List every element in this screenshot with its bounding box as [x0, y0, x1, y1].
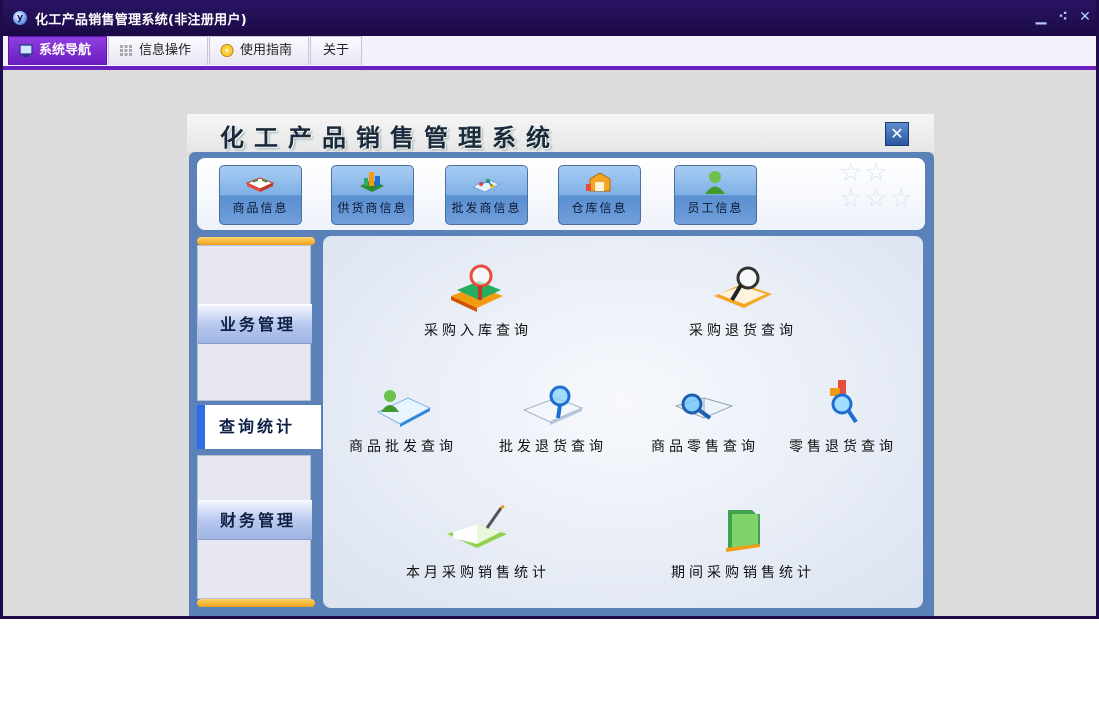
query-label: 期间采购销售统计 [671, 565, 815, 581]
sidebar-top-cap [197, 237, 315, 245]
network-icon [471, 178, 501, 193]
client-area: 化工产品销售管理系统 ✕ ☆☆ ☆☆☆ 商品信息 供货商信息 批发商信息 仓库信… [3, 70, 1096, 616]
sidebar-item-business[interactable]: 业务管理 [198, 304, 312, 344]
title-bar[interactable]: y 化工产品销售管理系统(非注册用户) ▁ ⁖ ✕ [3, 0, 1096, 36]
panel-title: 化工产品销售管理系统 [220, 124, 560, 152]
product-retail-query[interactable]: 商品零售查询 [630, 378, 780, 456]
tab-label: 信息操作 [139, 43, 192, 58]
retail-return-query[interactable]: 零售退货查询 [768, 378, 918, 456]
query-label: 本月采购销售统计 [406, 565, 550, 581]
app-logo-icon: y [13, 11, 27, 25]
query-label: 零售退货查询 [789, 439, 897, 455]
panel-close-button[interactable]: ✕ [885, 122, 909, 146]
minimize-icon[interactable]: ▁ [1033, 9, 1049, 25]
tab-user-guide[interactable]: 使用指南 [209, 36, 309, 65]
openbook-magnifier-icon [674, 393, 734, 420]
tab-label: 关于 [323, 43, 350, 58]
button-label: 员工信息 [687, 201, 744, 215]
document-person-icon [376, 390, 432, 427]
tab-system-nav[interactable]: 系统导航 [8, 36, 107, 65]
query-label: 采购退货查询 [689, 323, 797, 339]
warehouse-info-button[interactable]: 仓库信息 [558, 165, 641, 225]
menu-bar: 系统导航 信息操作 使用指南 关于 [3, 36, 1096, 66]
warehouse-icon [586, 172, 611, 192]
query-label: 采购入库查询 [424, 323, 532, 339]
book-icon [245, 177, 275, 192]
colorful-magnifier-icon [830, 380, 858, 424]
query-label: 商品批发查询 [349, 439, 457, 455]
help-circle-icon [220, 44, 234, 57]
purchase-stock-in-query[interactable]: 采购入库查询 [403, 262, 553, 340]
purchase-return-query[interactable]: 采购退货查询 [668, 262, 818, 340]
close-icon[interactable]: ✕ [1077, 9, 1093, 25]
chart-icon [360, 172, 384, 192]
product-wholesale-query[interactable]: 商品批发查询 [328, 378, 478, 456]
sidebar-section-finance: 财务管理 [197, 455, 312, 599]
restore-icon[interactable]: ⁖ [1055, 9, 1071, 25]
blue-magnifier-icon [522, 385, 584, 425]
panel-header: 化工产品销售管理系统 ✕ [187, 114, 934, 152]
sidebar-bottom-cap [197, 599, 315, 607]
employee-info-button[interactable]: 员工信息 [674, 165, 757, 225]
panel-frame: ☆☆ ☆☆☆ 商品信息 供货商信息 批发商信息 仓库信息 员工信息 业务管理 查… [189, 152, 934, 616]
period-purchase-sales-stats[interactable]: 期间采购销售统计 [668, 504, 818, 582]
tab-label: 使用指南 [240, 43, 293, 58]
app-window: y 化工产品销售管理系统(非注册用户) ▁ ⁖ ✕ 系统导航 信息操作 使用指南… [0, 0, 1099, 619]
sidebar: 业务管理 查询统计 财务管理 [197, 237, 321, 607]
quick-toolbar: ☆☆ ☆☆☆ 商品信息 供货商信息 批发商信息 仓库信息 员工信息 [197, 158, 925, 230]
button-label: 供货商信息 [337, 201, 408, 215]
tab-label: 系统导航 [39, 43, 92, 58]
button-label: 批发商信息 [451, 201, 522, 215]
supplier-info-button[interactable]: 供货商信息 [331, 165, 414, 225]
green-book-pen-icon [447, 504, 507, 548]
tab-info-ops[interactable]: 信息操作 [108, 36, 208, 65]
green-folder-icon [726, 510, 760, 552]
grid-icon [120, 45, 132, 56]
book-magnifier-icon [714, 266, 772, 308]
books-magnifier-icon [451, 264, 503, 312]
button-label: 商品信息 [232, 201, 289, 215]
query-label: 批发退货查询 [499, 439, 607, 455]
stars-decoration: ☆☆ ☆☆☆ [839, 158, 915, 214]
monitor-icon [19, 44, 33, 57]
sidebar-section-business: 业务管理 [197, 245, 312, 401]
monthly-purchase-sales-stats[interactable]: 本月采购销售统计 [403, 504, 553, 582]
sidebar-item-query-stats[interactable]: 查询统计 [197, 405, 321, 449]
sidebar-item-finance[interactable]: 财务管理 [198, 500, 312, 540]
navigation-panel: 化工产品销售管理系统 ✕ ☆☆ ☆☆☆ 商品信息 供货商信息 批发商信息 仓库信… [187, 114, 934, 616]
tab-about[interactable]: 关于 [310, 36, 362, 65]
window-title: 化工产品销售管理系统(非注册用户) [35, 13, 247, 28]
query-label: 商品零售查询 [651, 439, 759, 455]
wholesale-return-query[interactable]: 批发退货查询 [478, 378, 628, 456]
wholesaler-info-button[interactable]: 批发商信息 [445, 165, 528, 225]
button-label: 仓库信息 [571, 201, 628, 215]
product-info-button[interactable]: 商品信息 [219, 165, 302, 225]
query-content-area: 采购入库查询 采购退货查询 商品批发查询 批发退货查询 商品零售查询 零售退货查… [323, 236, 923, 608]
person-icon [705, 171, 725, 194]
